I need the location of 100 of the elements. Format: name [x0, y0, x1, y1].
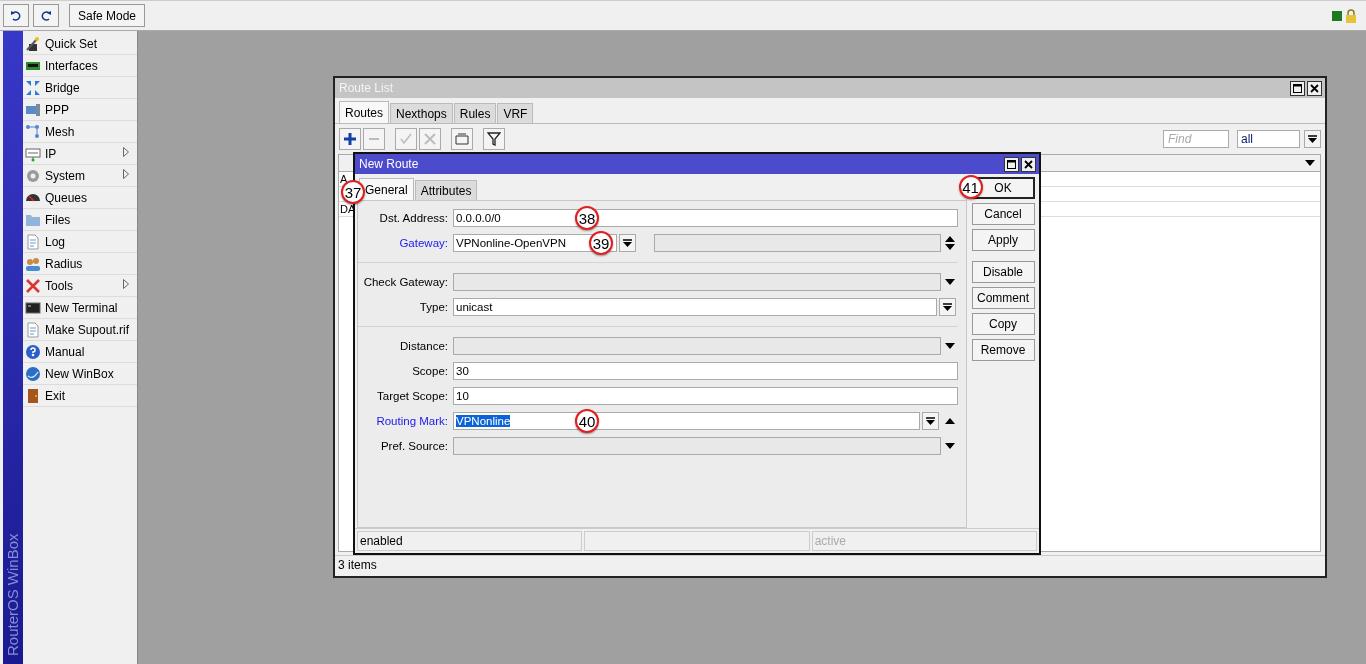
field-label: Distance: [399, 340, 449, 352]
menu-item[interactable]: Make Supout.rif [23, 319, 137, 341]
people-icon [25, 255, 41, 272]
menu-item[interactable]: Log [23, 231, 137, 253]
input-field[interactable]: unicast [453, 298, 937, 316]
input-field[interactable] [453, 337, 941, 355]
gear-icon [25, 167, 41, 184]
undo-button[interactable] [3, 4, 29, 27]
menu-item[interactable]: Exit [23, 385, 137, 407]
input-field[interactable] [654, 234, 941, 252]
input-field[interactable] [453, 437, 941, 455]
menu-item[interactable]: Radius [23, 253, 137, 275]
plus-icon [343, 132, 357, 146]
tab[interactable]: Attributes [414, 180, 478, 200]
dropdown-button[interactable] [619, 234, 636, 252]
dropdown-button[interactable] [939, 298, 956, 316]
dialog-button[interactable]: Remove [971, 339, 1035, 361]
document-icon [25, 321, 41, 338]
callout-number: 39 [589, 231, 613, 255]
brand-text: RouterOS WinBox [4, 533, 22, 656]
input-field[interactable] [453, 273, 941, 291]
dropdown-button[interactable] [922, 412, 939, 430]
menu-item[interactable]: Files [23, 209, 137, 231]
down-arrow-icon [945, 279, 955, 285]
filter-button[interactable] [483, 128, 505, 150]
globe-icon [25, 365, 41, 382]
tab[interactable]: Routes [339, 101, 390, 123]
monitor-icon [25, 101, 41, 118]
check-icon [399, 132, 413, 146]
lock-icon [1345, 8, 1357, 23]
arrows-icon [25, 79, 41, 96]
add-button[interactable] [339, 128, 361, 150]
callout-number: 38 [575, 206, 599, 230]
callout-number: 40 [575, 409, 599, 433]
caret-icon [623, 238, 632, 248]
maximize-icon [1007, 159, 1016, 169]
dialog-button[interactable]: Copy [971, 313, 1035, 335]
submenu-arrow-icon [123, 169, 129, 179]
dialog-button[interactable]: Apply [971, 229, 1035, 251]
close-icon [1310, 83, 1319, 93]
menu-item[interactable]: PPP [23, 99, 137, 121]
menu-item[interactable]: Tools [23, 275, 137, 297]
down-arrow-icon [945, 343, 955, 349]
wand-icon [25, 35, 41, 52]
field-label: Scope: [411, 365, 449, 377]
input-field[interactable]: 30 [453, 362, 958, 380]
terminal-icon [25, 299, 41, 316]
dialog-button[interactable]: Comment [971, 287, 1035, 309]
document-icon [25, 233, 41, 250]
maximize-button[interactable] [1004, 156, 1019, 172]
field-link[interactable]: Routing Mark: [358, 415, 453, 427]
menu-item[interactable]: IP [23, 143, 137, 165]
up-arrow-icon [945, 418, 955, 424]
window-title: New Route [359, 157, 419, 171]
find-field[interactable]: Find [1163, 130, 1229, 148]
tab[interactable]: VRF [497, 103, 534, 123]
callout-number: 41 [958, 175, 983, 199]
status-square-icon [1332, 10, 1342, 21]
down-arrow-icon [945, 443, 955, 449]
menu-item[interactable]: Manual [23, 341, 137, 363]
menu-item[interactable]: New Terminal [23, 297, 137, 319]
filter-dropdown[interactable]: all [1237, 130, 1300, 148]
redo-icon [40, 9, 52, 22]
column-menu-icon [1305, 160, 1315, 166]
nodes-icon [25, 123, 41, 140]
field-label: Pref. Source: [379, 440, 449, 452]
field-link[interactable]: Gateway: [358, 237, 453, 249]
tab[interactable]: Rules [453, 103, 497, 123]
undo-icon [10, 9, 22, 22]
dialog-button[interactable]: Cancel [971, 203, 1035, 225]
ip-screen-icon [25, 145, 41, 162]
close-button[interactable] [1021, 156, 1036, 172]
help-icon [25, 343, 41, 360]
dialog-button[interactable]: Disable [971, 261, 1035, 283]
redo-button[interactable] [33, 4, 59, 27]
cross-icon [423, 132, 437, 146]
door-icon [25, 387, 41, 404]
field-label: Dst. Address: [378, 212, 449, 224]
menu-item[interactable]: Interfaces [23, 55, 137, 77]
menu-item[interactable]: System [23, 165, 137, 187]
item-count: 3 items [338, 558, 377, 572]
safe-mode-button[interactable]: Safe Mode [69, 4, 146, 27]
input-field[interactable]: 10 [453, 387, 958, 405]
submenu-arrow-icon [123, 147, 129, 157]
close-icon [1024, 159, 1033, 169]
tab[interactable]: Nexthops [390, 103, 453, 123]
up-down-arrow-icon [945, 236, 955, 250]
tools-icon [25, 277, 41, 294]
note-icon [455, 132, 469, 146]
field-label: Target Scope: [376, 390, 449, 402]
field-label: Type: [418, 301, 449, 313]
field-label: Check Gateway: [362, 276, 449, 288]
filter-icon [487, 132, 501, 146]
submenu-arrow-icon [123, 279, 129, 289]
caret-icon [943, 302, 952, 312]
status-cell: active [811, 531, 1037, 551]
status-cell: enabled [357, 531, 583, 551]
menu-item[interactable]: New WinBox [23, 363, 137, 385]
comment-button[interactable] [451, 128, 473, 150]
dropdown-button[interactable] [1304, 130, 1321, 148]
